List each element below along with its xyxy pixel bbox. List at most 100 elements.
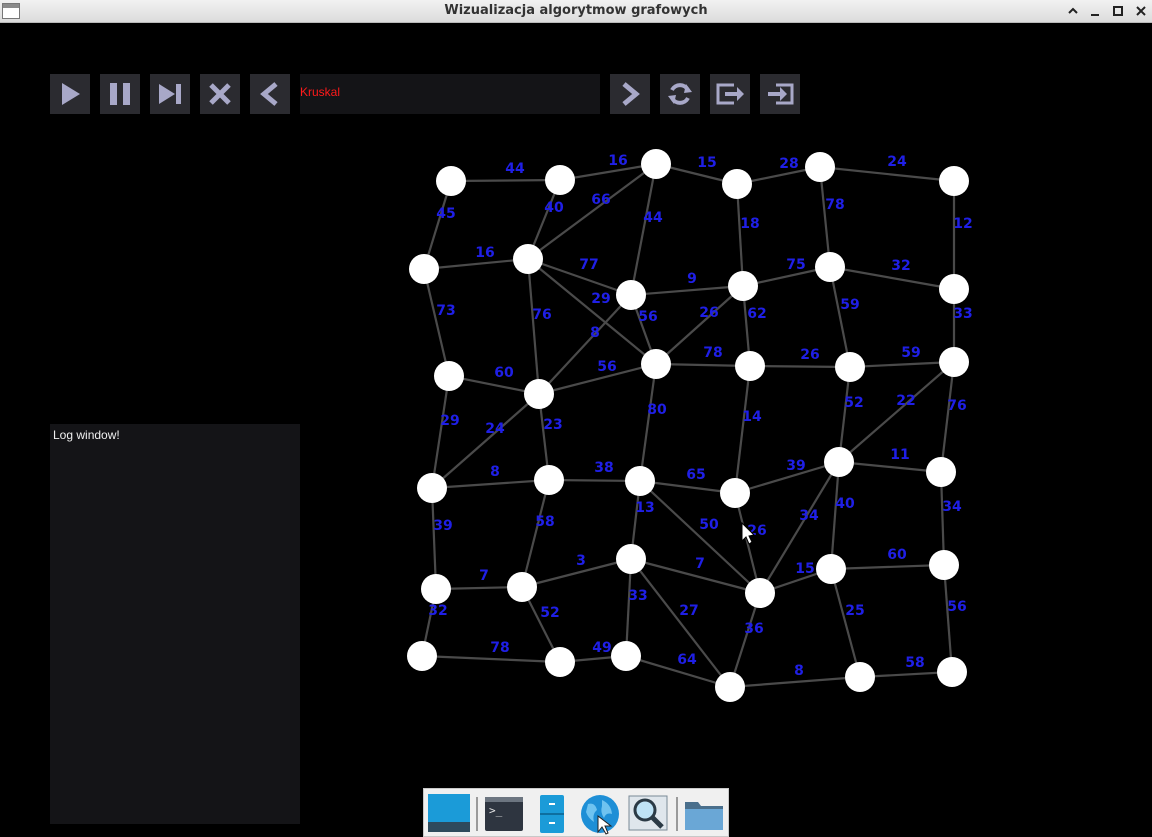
desktop-icon: [428, 794, 470, 832]
graph-edge: [430, 487, 438, 590]
graph-node[interactable]: [545, 647, 575, 677]
graph-node[interactable]: [407, 641, 437, 671]
edge-weight-label: 39: [433, 518, 452, 534]
edge-weight-label: 40: [835, 496, 855, 512]
graph-node[interactable]: [815, 252, 845, 282]
graph-edge: [735, 183, 745, 287]
taskbar-browser[interactable]: [578, 792, 622, 836]
graph-node[interactable]: [434, 361, 464, 391]
edge-weight-label: 16: [608, 153, 627, 169]
graph-node[interactable]: [436, 166, 466, 196]
graph-edge: [538, 294, 632, 395]
edge-weight-label: 26: [800, 347, 819, 363]
graph-edge: [849, 360, 955, 369]
graph-node[interactable]: [926, 457, 956, 487]
edge-weight-label: 29: [591, 291, 610, 307]
graph-edge: [749, 364, 851, 369]
graph-edge: [630, 284, 744, 297]
edge-weight-label: 58: [905, 655, 924, 671]
graph-node[interactable]: [937, 657, 967, 687]
graph-node[interactable]: [625, 466, 655, 496]
graph-edge: [828, 266, 852, 368]
folder-icon: [685, 802, 723, 830]
graph-node[interactable]: [524, 379, 554, 409]
graph-edge: [942, 564, 954, 673]
graph-node[interactable]: [715, 672, 745, 702]
graph-node[interactable]: [929, 550, 959, 580]
edge-weight-label: 8: [590, 325, 600, 341]
graph-node[interactable]: [939, 166, 969, 196]
graph-edge: [830, 563, 945, 571]
graph-node[interactable]: [939, 274, 969, 304]
edge-weight-label: 34: [942, 499, 962, 515]
graph-node[interactable]: [805, 152, 835, 182]
edge-weight-label: 9: [687, 271, 697, 287]
graph-node[interactable]: [641, 149, 671, 179]
graph-node[interactable]: [745, 578, 775, 608]
graph-node[interactable]: [417, 473, 447, 503]
edge-weight-label: 56: [947, 599, 966, 615]
edge-weight-label: 3: [576, 553, 586, 569]
edge-weight-label: 27: [679, 603, 698, 619]
graph-edge: [450, 178, 561, 183]
graph-node[interactable]: [722, 169, 752, 199]
graph-node[interactable]: [545, 165, 575, 195]
edge-weight-label: 12: [953, 216, 972, 232]
graph-node[interactable]: [735, 351, 765, 381]
graph-edge: [430, 375, 451, 489]
edge-weight-label: 56: [597, 359, 616, 375]
graph-node[interactable]: [421, 574, 451, 604]
edge-weight-label: 15: [795, 561, 814, 577]
graph-node[interactable]: [720, 478, 750, 508]
graph-node[interactable]: [409, 254, 439, 284]
edge-weight-label: 39: [786, 458, 805, 474]
edge-weight-label: 7: [479, 568, 489, 584]
edge-weight-label: 73: [436, 303, 455, 319]
edge-weight-label: 60: [494, 365, 514, 381]
edge-weight-label: 75: [786, 257, 805, 273]
taskbar-file-cabinet[interactable]: [530, 792, 574, 836]
magnifier-icon: [628, 795, 668, 831]
edge-weight-label: 49: [592, 640, 611, 656]
svg-text:>_: >_: [489, 804, 503, 817]
edge-weight-label: 76: [947, 398, 966, 414]
edge-weight-label: 32: [891, 258, 910, 274]
graph-edge: [838, 460, 942, 474]
graph-edge: [629, 163, 658, 296]
edge-weight-label: 50: [699, 517, 719, 533]
graph-node[interactable]: [507, 572, 537, 602]
graph-edge: [939, 361, 956, 473]
graph-node[interactable]: [845, 662, 875, 692]
edge-weight-label: 45: [436, 206, 455, 222]
graph-node[interactable]: [816, 554, 846, 584]
graph-node[interactable]: [728, 271, 758, 301]
taskbar-folder[interactable]: [682, 792, 726, 836]
graph-node[interactable]: [939, 347, 969, 377]
taskbar-desktop[interactable]: [427, 792, 471, 836]
taskbar-terminal[interactable]: >_: [482, 792, 526, 836]
graph-node[interactable]: [616, 544, 646, 574]
graph-node[interactable]: [611, 641, 641, 671]
edge-weight-label: 58: [535, 514, 554, 530]
edge-weight-label: 26: [699, 305, 718, 321]
graph-edge: [655, 285, 744, 365]
graph-edge: [422, 268, 451, 377]
edge-weight-label: 64: [677, 652, 697, 668]
edge-weight-label: 59: [840, 297, 859, 313]
edge-weight-label: 15: [697, 155, 716, 171]
edge-weight-label: 76: [532, 307, 551, 323]
graph-node[interactable]: [824, 447, 854, 477]
edge-weight-label: 25: [845, 603, 864, 619]
graph-node[interactable]: [616, 280, 646, 310]
edge-weight-label: 7: [695, 556, 705, 572]
edge-weight-label: 78: [825, 197, 844, 213]
graph-node[interactable]: [513, 244, 543, 274]
graph-node[interactable]: [835, 352, 865, 382]
graph-node[interactable]: [534, 465, 564, 495]
graph-canvas[interactable]: 44 16 15 28 2445 40 6644 1878121677975 3273 76298…: [0, 0, 1152, 837]
edge-weight-label: 78: [703, 345, 722, 361]
taskbar-search[interactable]: [626, 792, 670, 836]
edge-weight-label: 33: [628, 588, 647, 604]
edge-weight-label: 11: [890, 447, 909, 463]
graph-node[interactable]: [641, 349, 671, 379]
